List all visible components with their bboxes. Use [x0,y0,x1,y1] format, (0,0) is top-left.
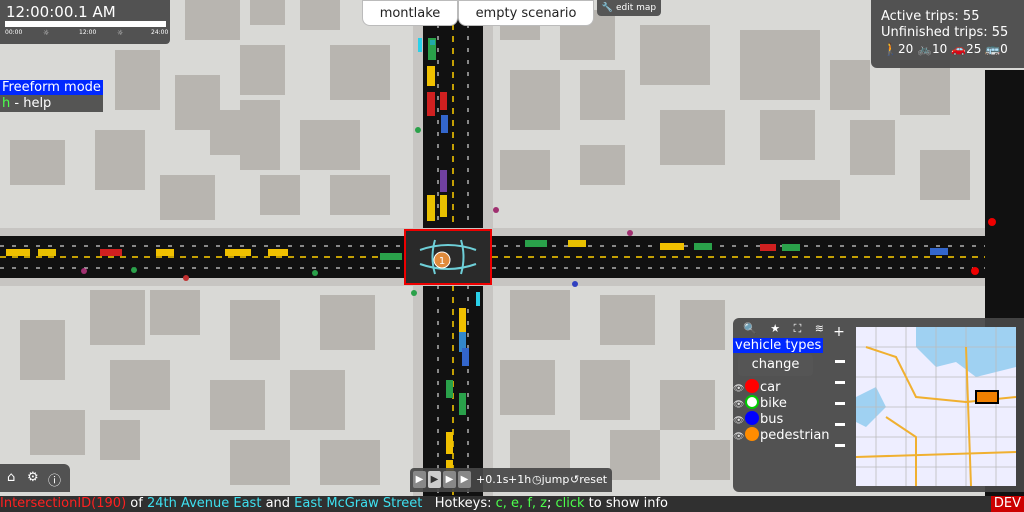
hour-button[interactable]: +1h [508,473,531,486]
click-hint: click [555,496,585,511]
edit-map-button[interactable]: 🔧 edit map [597,0,661,16]
vehicle-types-title: vehicle types [733,338,824,353]
fullscreen-icon[interactable]: ⛶ [794,322,802,335]
home-icon[interactable]: ⌂ [7,470,15,485]
help-hint: h - help [2,96,52,111]
reset-icon: ↺ [570,473,580,486]
mode-panel: Freeform mode h - help [0,80,103,112]
clock-icon: ◷ [532,473,542,486]
minimap-canvas[interactable] [856,327,1016,486]
minimap-tools: 🔍 ★ ⛶ ≋ [743,322,834,336]
jump-button[interactable]: ◷jump [532,473,569,486]
minimap-viewport [975,390,999,404]
tick-mid: 12:00 [79,29,97,36]
sunrise-icon: ☼ [43,29,50,37]
trips-panel: Active trips: 55 Unfinished trips: 55 🚶2… [871,0,1024,68]
faster-button[interactable]: ▶ [458,471,471,488]
scenario-button[interactable]: empty scenario [458,0,594,26]
bike-icon: 🚲 [917,42,933,56]
change-button[interactable]: change [738,354,813,376]
mode-title: Freeform mode [0,80,103,95]
trip-breakdown: 🚶20 🚲10 🚗25 🚌0 [883,42,1008,56]
pedestrian-icon: 🚶 [883,42,898,56]
map-name-button[interactable]: montlake [362,0,458,26]
time-progress-bar [5,21,166,27]
search-icon[interactable]: 🔍 [743,322,757,335]
zoom-levels[interactable] [835,360,845,465]
street-1: 24th Avenue East [146,496,262,511]
info-icon[interactable]: ⓘ [48,470,61,489]
pause-button[interactable]: ▶ [413,471,426,488]
speed-controls: ▶ ▶ ▶ ▶ +0.1s +1h ◷jump ↺reset [410,468,612,492]
street-2: East McGraw Street [294,496,423,511]
minimap-panel: 🔍 ★ ⛶ ≋ vehicle types change 👁 car 👁 bike … [733,318,1024,492]
star-icon[interactable]: ★ [770,322,780,335]
active-trips: Active trips: 55 [881,9,980,24]
bus-icon: 🚌 [985,42,1001,56]
step-button[interactable]: +0.1s [476,473,508,486]
tick-end: 24:00 [151,29,169,36]
eye-icon: 👁 [733,432,745,442]
status-bar: IntersectionID(190) of 24th Avenue East … [0,496,1024,512]
intersection-id: IntersectionID(190) [0,496,127,511]
sunset-icon: ☼ [117,29,124,37]
zoom-in-button[interactable]: + [833,324,845,340]
legend-bike[interactable]: 👁 bike [733,395,787,411]
dev-badge: DEV [990,496,1024,512]
gear-icon[interactable]: ⚙ [27,470,39,485]
hotkeys: c, e, f, z [495,496,547,511]
play-button[interactable]: ▶ [428,471,441,488]
legend-bus[interactable]: 👁 bus [733,411,783,427]
time-panel: 12:00:00.1 AM 00:00 ☼ 12:00 ☼ 24:00 [0,0,170,44]
time-ticks: 00:00 ☼ 12:00 ☼ 24:00 [5,29,169,39]
tick-start: 00:00 [5,29,23,36]
unfinished-trips: Unfinished trips: 55 [881,25,1009,40]
intersection-number: 1 [439,256,445,267]
legend-pedestrian[interactable]: 👁 pedestrian [733,427,830,443]
wrench-icon: 🔧 [601,3,616,13]
corner-toolbar: ⌂ ⚙ ⓘ [0,464,70,492]
fast-button[interactable]: ▶ [443,471,456,488]
layers-icon[interactable]: ≋ [815,322,824,335]
reset-button[interactable]: ↺reset [570,473,607,486]
legend-car[interactable]: 👁 car [733,379,780,395]
time-label: 12:00:00.1 AM [6,3,116,21]
help-key: h [2,96,11,111]
car-icon: 🚗 [951,42,967,56]
